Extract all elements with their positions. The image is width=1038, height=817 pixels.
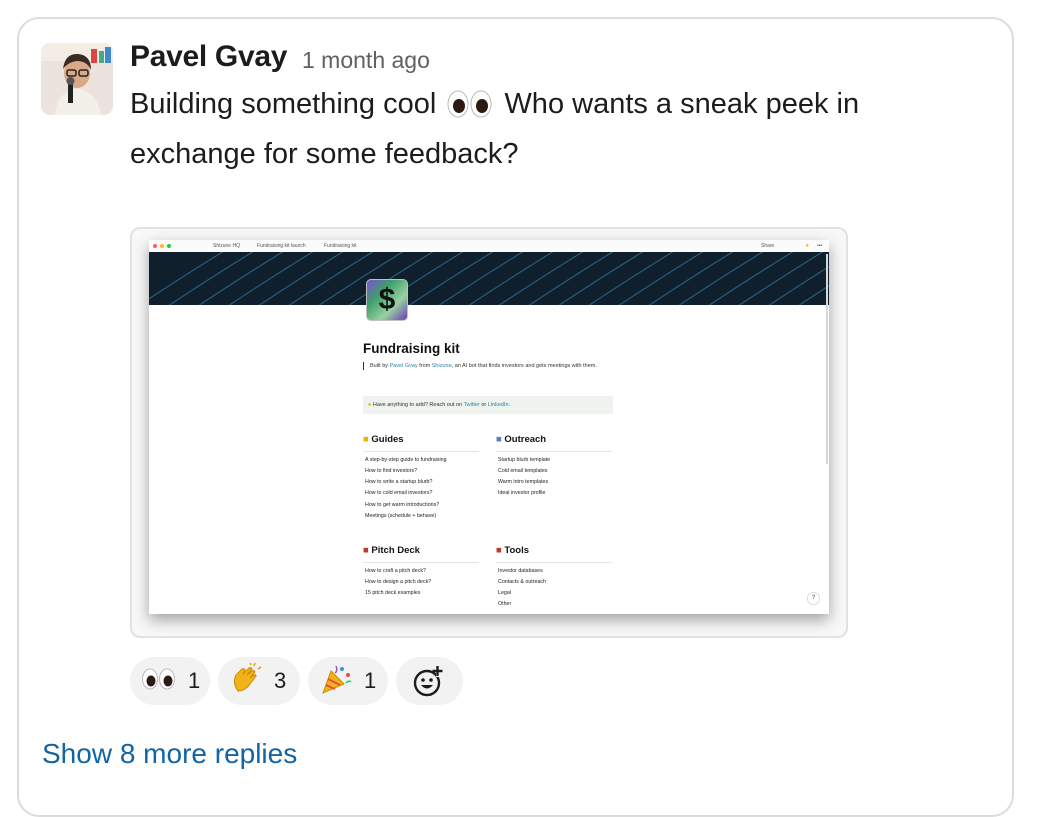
callout-or: or	[481, 402, 487, 408]
divider	[363, 562, 479, 563]
star-icon: ★	[805, 243, 810, 249]
section-outreach: ■ Outreach	[496, 434, 547, 445]
mailbox-icon: ■	[496, 434, 502, 445]
message-text: Building something cool Who wants a snea…	[130, 82, 890, 176]
add-emoji-icon	[413, 665, 447, 702]
list-item: How to cold email investors?	[365, 490, 433, 496]
reaction-party[interactable]: 1	[308, 657, 388, 705]
attachment-preview: Shizune HQ Fundraising kit launch Fundra…	[149, 240, 829, 614]
show-more-replies-link[interactable]: Show 8 more replies	[42, 738, 297, 770]
list-item: Startup blurb template	[498, 457, 551, 463]
list-item: How to find investors?	[365, 468, 418, 474]
page-callout: ● Have anything to add? Reach out on Twi…	[363, 396, 613, 414]
section-tools: ■ Tools	[496, 545, 530, 556]
toolbox-icon: ■	[496, 545, 502, 556]
list-item: How to craft a pitch deck?	[365, 568, 426, 574]
reaction-eyes[interactable]: 1	[130, 657, 210, 705]
author-name[interactable]: Pavel Gvay	[130, 40, 287, 74]
list-item: Cold email templates	[498, 468, 548, 474]
list-item: Investor databases	[498, 568, 543, 574]
callout-twitter: Twitter	[463, 402, 480, 408]
divider	[496, 562, 612, 563]
quote-from: from	[419, 363, 431, 369]
list-item: Meetings (schedule + behave)	[365, 513, 437, 519]
breadcrumb-2: Fundraising kit launch	[257, 243, 306, 249]
quote-prefix: Built by	[370, 363, 389, 369]
section-pitch-deck: ■ Pitch Deck	[363, 545, 420, 556]
list-item: Contacts & outreach	[498, 579, 546, 585]
folder-icon: ■	[363, 434, 369, 445]
eyes-icon	[447, 88, 493, 132]
list-item: Legal	[498, 590, 511, 596]
breadcrumb-3: Fundraising kit	[324, 243, 357, 249]
divider	[496, 451, 612, 452]
list-item: Other	[498, 601, 512, 607]
smile-icon: ●	[368, 402, 372, 408]
breadcrumb-1: Shizune HQ	[213, 243, 240, 249]
page-title: Fundraising kit	[363, 341, 460, 356]
add-reaction-button[interactable]	[396, 657, 463, 705]
reaction-clap[interactable]: 3	[218, 657, 300, 705]
reaction-count: 3	[274, 668, 287, 693]
quote-rest: , an AI bot that finds investors and get…	[451, 363, 597, 369]
avatar[interactable]	[41, 43, 113, 115]
help-button: ?	[807, 592, 820, 605]
list-item: Ideal investor profile	[498, 490, 546, 496]
callout-linkedin: LinkedIn.	[487, 402, 511, 408]
list-item: How to design a pitch deck?	[365, 579, 432, 585]
list-item: 15 pitch deck examples	[365, 590, 421, 596]
maximize-dot-icon	[167, 244, 171, 248]
list-item: How to write a startup blurb?	[365, 479, 433, 485]
divider	[363, 451, 479, 452]
scrollbar	[826, 254, 828, 464]
section-guides: ■ Guides	[363, 434, 404, 445]
share-label: Share	[761, 243, 775, 249]
party-popper-icon	[320, 663, 352, 700]
minimize-dot-icon	[160, 244, 164, 248]
dollar-icon: $	[366, 279, 408, 321]
page-quote: Built by Pavel Gvay from Shizune, an AI …	[363, 362, 620, 370]
more-icon: •••	[817, 243, 823, 249]
message-text-start: Building something cool	[130, 88, 437, 120]
list-item: Warm intro templates	[498, 479, 549, 485]
list-item: How to get warm introductions?	[365, 502, 440, 508]
quote-company-link: Shizune	[431, 363, 452, 369]
close-dot-icon	[153, 244, 157, 248]
quote-author-link: Pavel Gvay	[389, 363, 418, 369]
avatar-photo	[41, 43, 113, 115]
list-item: A step-by-step guide to fundraising	[365, 457, 447, 463]
timestamp[interactable]: 1 month ago	[302, 47, 430, 74]
reaction-count: 1	[364, 668, 377, 693]
callout-prefix: Have anything to add? Reach out on	[372, 402, 463, 408]
page-cover	[149, 252, 829, 305]
eyes-icon	[142, 667, 176, 696]
clapping-hands-icon	[230, 661, 262, 700]
reaction-count: 1	[188, 668, 201, 693]
film-icon: ■	[363, 545, 369, 556]
